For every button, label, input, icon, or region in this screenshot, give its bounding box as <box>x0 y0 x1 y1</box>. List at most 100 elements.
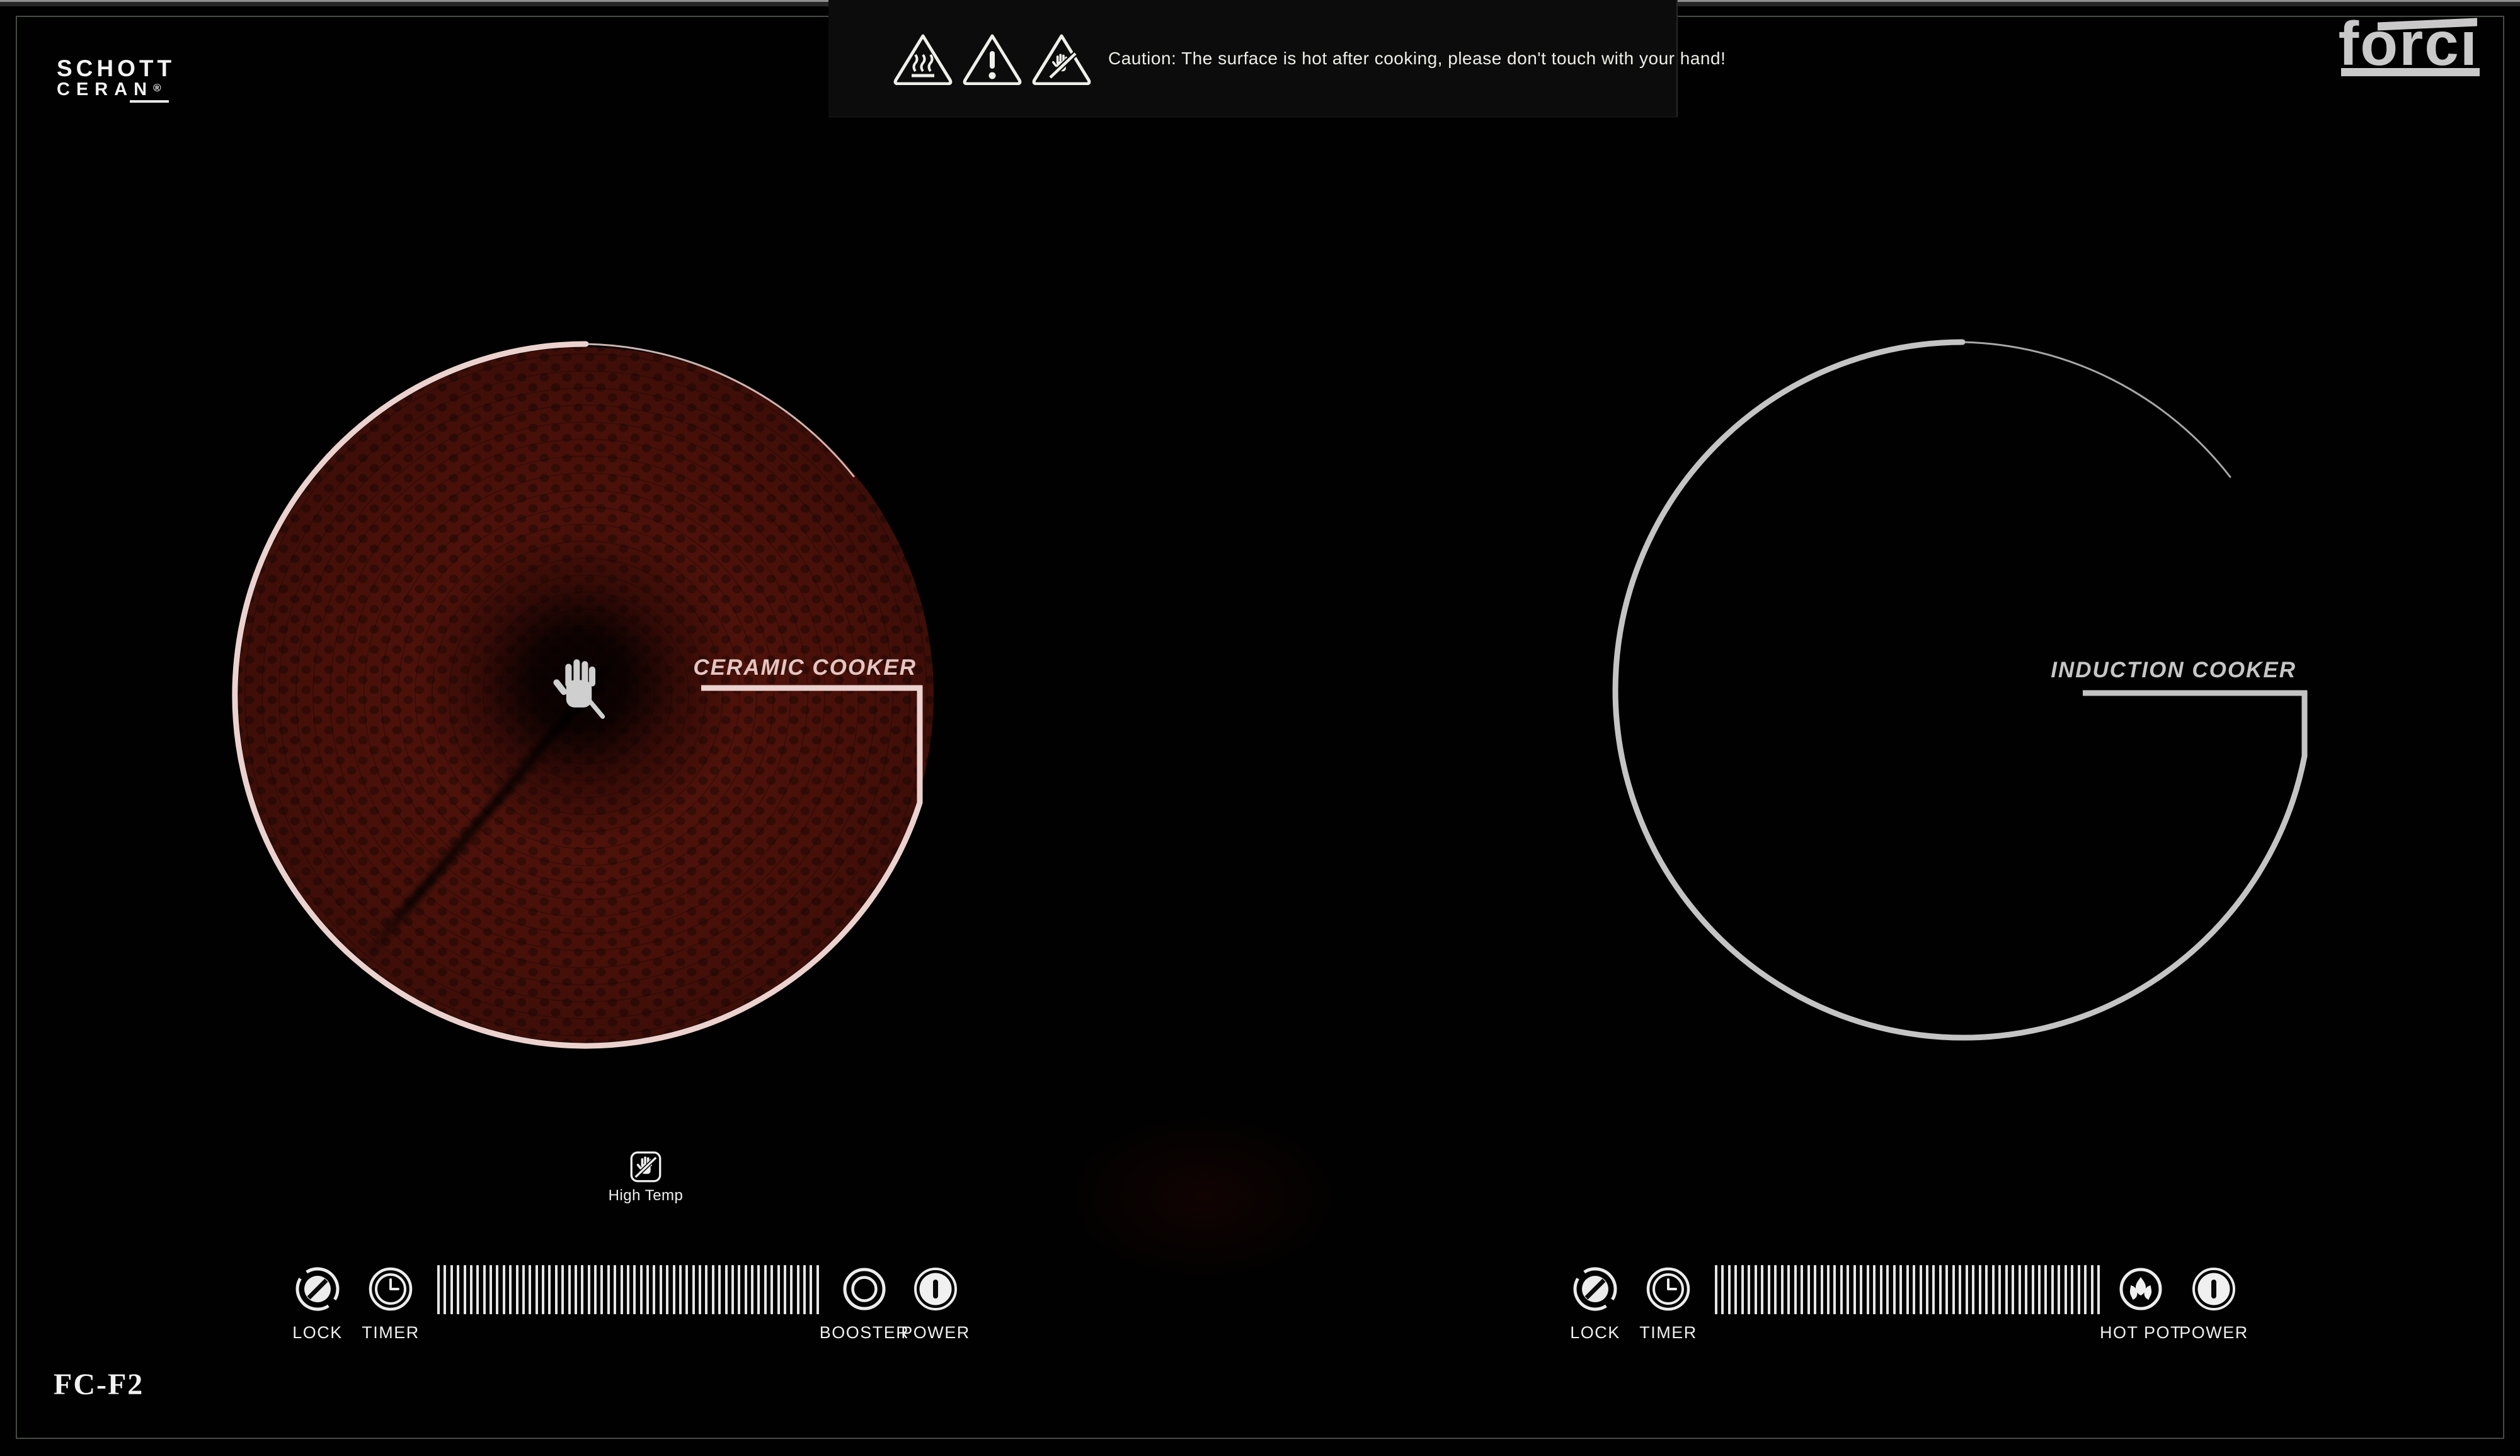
slider-segment[interactable] <box>640 1265 643 1314</box>
slider-segment[interactable] <box>705 1265 707 1314</box>
slider-segment[interactable] <box>1906 1265 1909 1314</box>
slider-segment[interactable] <box>594 1265 597 1314</box>
slider-segment[interactable] <box>745 1265 747 1314</box>
slider-segment[interactable] <box>1821 1265 1823 1314</box>
slider-segment[interactable] <box>588 1265 590 1314</box>
slider-segment[interactable] <box>1741 1265 1744 1314</box>
slider-segment[interactable] <box>1807 1265 1810 1314</box>
slider-segment[interactable] <box>490 1265 492 1314</box>
slider-segment[interactable] <box>1860 1265 1862 1314</box>
slider-segment[interactable] <box>810 1265 812 1314</box>
slider-segment[interactable] <box>516 1265 518 1314</box>
slider-segment[interactable] <box>1781 1265 1784 1314</box>
slider-segment[interactable] <box>777 1265 780 1314</box>
slider-segment[interactable] <box>2025 1265 2027 1314</box>
slider-segment[interactable] <box>1992 1265 1995 1314</box>
slider-segment[interactable] <box>2044 1265 2047 1314</box>
slider-segment[interactable] <box>1728 1265 1731 1314</box>
slider-segment[interactable] <box>1867 1265 1869 1314</box>
slider-segment[interactable] <box>1959 1265 1961 1314</box>
slider-segment[interactable] <box>450 1265 453 1314</box>
slider-segment[interactable] <box>679 1265 682 1314</box>
slider-segment[interactable] <box>1847 1265 1849 1314</box>
slider-segment[interactable] <box>633 1265 636 1314</box>
timer-button-right[interactable] <box>1644 1264 1693 1314</box>
slider-segment[interactable] <box>1985 1265 1988 1314</box>
slider-segment[interactable] <box>725 1265 728 1314</box>
power-slider-left[interactable] <box>437 1265 819 1314</box>
slider-segment[interactable] <box>2078 1265 2080 1314</box>
slider-segment[interactable] <box>1920 1265 1922 1314</box>
slider-segment[interactable] <box>1715 1265 1717 1314</box>
slider-segment[interactable] <box>653 1265 655 1314</box>
slider-segment[interactable] <box>816 1265 819 1314</box>
slider-segment[interactable] <box>2038 1265 2041 1314</box>
slider-segment[interactable] <box>1801 1265 1803 1314</box>
slider-segment[interactable] <box>457 1265 459 1314</box>
slider-segment[interactable] <box>770 1265 773 1314</box>
slider-segment[interactable] <box>496 1265 498 1314</box>
slider-segment[interactable] <box>483 1265 486 1314</box>
slider-segment[interactable] <box>1880 1265 1882 1314</box>
slider-segment[interactable] <box>757 1265 760 1314</box>
slider-segment[interactable] <box>646 1265 649 1314</box>
slider-segment[interactable] <box>1774 1265 1777 1314</box>
slider-segment[interactable] <box>797 1265 799 1314</box>
power-button-left[interactable] <box>911 1264 960 1314</box>
slider-segment[interactable] <box>464 1265 466 1314</box>
slider-segment[interactable] <box>1827 1265 1830 1314</box>
slider-segment[interactable] <box>660 1265 662 1314</box>
slider-segment[interactable] <box>2065 1265 2067 1314</box>
slider-segment[interactable] <box>1926 1265 1928 1314</box>
slider-segment[interactable] <box>1734 1265 1737 1314</box>
lock-button-right[interactable] <box>1571 1264 1620 1314</box>
slider-segment[interactable] <box>621 1265 623 1314</box>
slider-segment[interactable] <box>2012 1265 2014 1314</box>
slider-segment[interactable] <box>561 1265 564 1314</box>
slider-segment[interactable] <box>1768 1265 1770 1314</box>
slider-segment[interactable] <box>712 1265 714 1314</box>
slider-segment[interactable] <box>600 1265 603 1314</box>
slider-segment[interactable] <box>555 1265 558 1314</box>
slider-segment[interactable] <box>685 1265 688 1314</box>
slider-segment[interactable] <box>666 1265 668 1314</box>
slider-segment[interactable] <box>509 1265 512 1314</box>
slider-segment[interactable] <box>1840 1265 1843 1314</box>
slider-segment[interactable] <box>1932 1265 1935 1314</box>
slider-segment[interactable] <box>1939 1265 1942 1314</box>
slider-segment[interactable] <box>1794 1265 1797 1314</box>
slider-segment[interactable] <box>1748 1265 1750 1314</box>
slider-segment[interactable] <box>764 1265 767 1314</box>
slider-segment[interactable] <box>692 1265 695 1314</box>
slider-segment[interactable] <box>2084 1265 2087 1314</box>
slider-segment[interactable] <box>1945 1265 1948 1314</box>
slider-segment[interactable] <box>2032 1265 2034 1314</box>
slider-segment[interactable] <box>444 1265 446 1314</box>
slider-segment[interactable] <box>1721 1265 1724 1314</box>
slider-segment[interactable] <box>542 1265 544 1314</box>
timer-button-left[interactable] <box>366 1264 415 1314</box>
slider-segment[interactable] <box>503 1265 505 1314</box>
slider-segment[interactable] <box>751 1265 753 1314</box>
slider-segment[interactable] <box>1966 1265 1968 1314</box>
slider-segment[interactable] <box>2091 1265 2093 1314</box>
slider-segment[interactable] <box>1761 1265 1763 1314</box>
slider-segment[interactable] <box>1886 1265 1889 1314</box>
slider-segment[interactable] <box>803 1265 806 1314</box>
slider-segment[interactable] <box>699 1265 701 1314</box>
slider-segment[interactable] <box>2019 1265 2021 1314</box>
slider-segment[interactable] <box>1972 1265 1974 1314</box>
slider-segment[interactable] <box>536 1265 538 1314</box>
slider-segment[interactable] <box>2051 1265 2054 1314</box>
lock-button-left[interactable] <box>293 1264 342 1314</box>
slider-segment[interactable] <box>738 1265 740 1314</box>
slider-segment[interactable] <box>522 1265 525 1314</box>
slider-segment[interactable] <box>529 1265 531 1314</box>
slider-segment[interactable] <box>476 1265 479 1314</box>
slider-segment[interactable] <box>568 1265 571 1314</box>
slider-segment[interactable] <box>1913 1265 1915 1314</box>
booster-button[interactable] <box>840 1264 889 1314</box>
slider-segment[interactable] <box>1814 1265 1816 1314</box>
slider-segment[interactable] <box>2097 1265 2100 1314</box>
slider-segment[interactable] <box>1755 1265 1757 1314</box>
